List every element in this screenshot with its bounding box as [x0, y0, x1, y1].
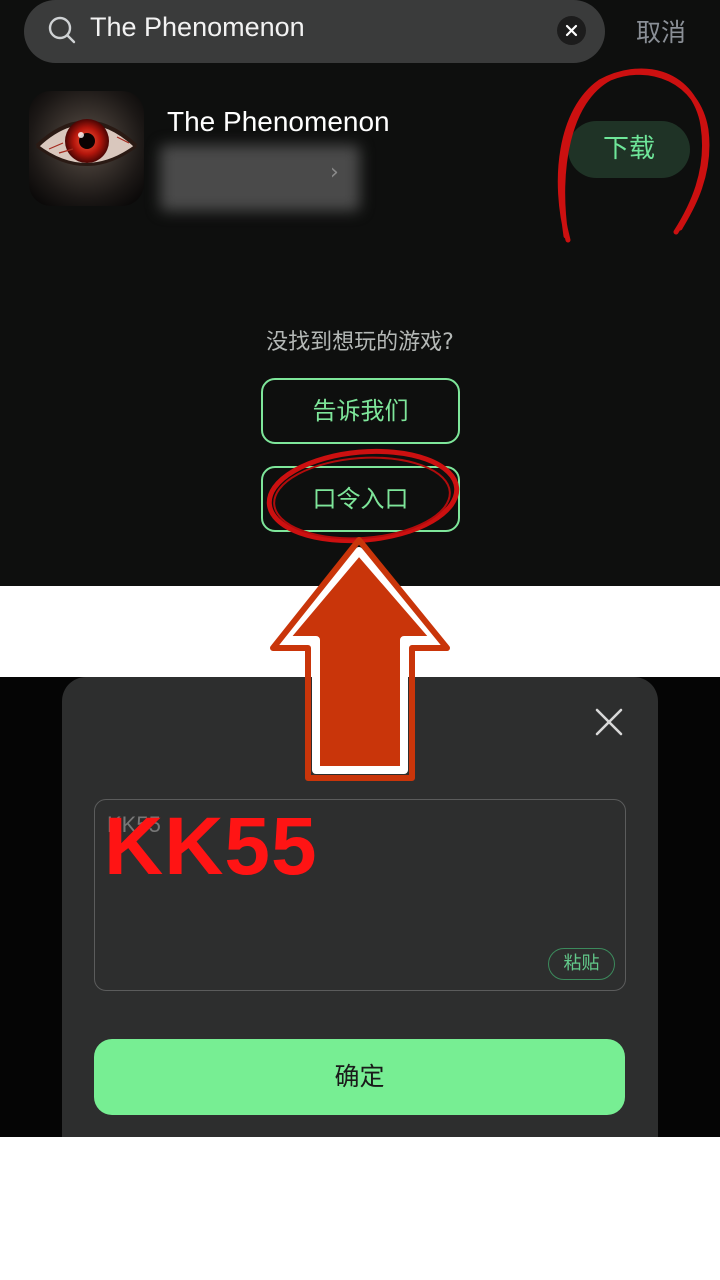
- app-icon[interactable]: [29, 91, 144, 206]
- code-dialog-screen: 口令入口 KK55 粘贴 确定: [0, 677, 720, 1137]
- search-bar[interactable]: The Phenomenon: [24, 0, 605, 63]
- code-entry-button[interactable]: 口令入口: [261, 466, 460, 532]
- bottom-blank: [0, 1137, 720, 1280]
- code-dialog: 口令入口 KK55 粘贴 确定: [62, 677, 658, 1137]
- tell-us-button[interactable]: 告诉我们: [261, 378, 460, 444]
- paste-button[interactable]: 粘贴: [548, 948, 615, 980]
- code-annotation-text: KK55: [104, 801, 318, 892]
- clear-icon: [565, 24, 578, 37]
- search-icon: [48, 16, 76, 44]
- search-input[interactable]: The Phenomenon: [90, 12, 305, 43]
- chevron-right-icon: ›: [330, 160, 339, 185]
- clear-search-button[interactable]: [557, 16, 586, 45]
- separator-band: [0, 586, 720, 677]
- download-button[interactable]: 下载: [568, 121, 690, 178]
- app-title[interactable]: The Phenomenon: [167, 106, 390, 138]
- cancel-button[interactable]: 取消: [636, 13, 686, 49]
- eye-icon: [29, 91, 144, 206]
- search-results-screen: The Phenomenon 取消 The Phenomenon › 下载 没找…: [0, 0, 720, 586]
- not-found-prompt: 没找到想玩的游戏?: [266, 330, 454, 355]
- confirm-button[interactable]: 确定: [94, 1039, 625, 1115]
- close-icon[interactable]: [594, 707, 624, 737]
- dialog-title: 口令入口: [312, 715, 408, 743]
